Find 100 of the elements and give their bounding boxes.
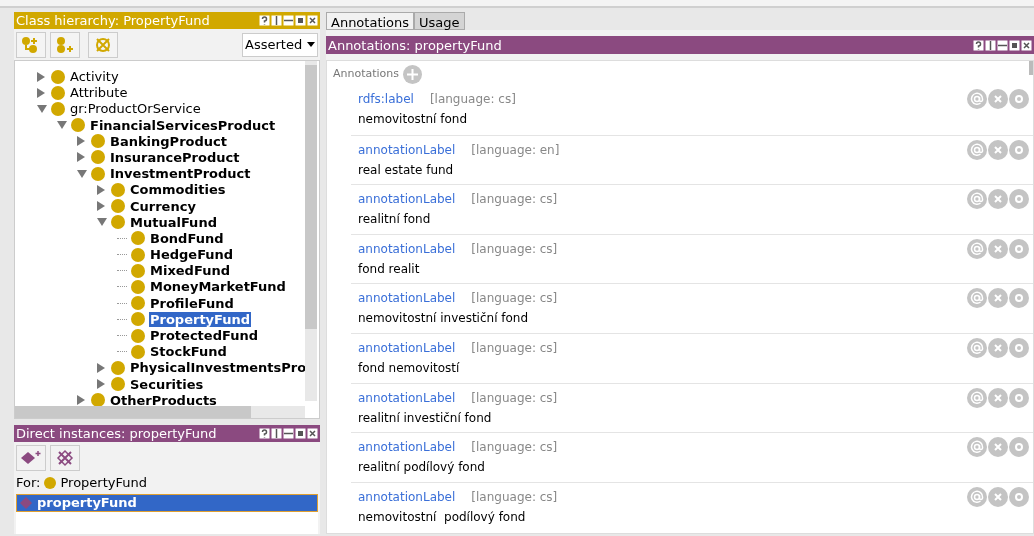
delete-button[interactable] [988, 288, 1008, 309]
annotate-button[interactable] [967, 288, 987, 309]
annotate-button[interactable] [967, 337, 987, 358]
edit-button[interactable] [1009, 139, 1029, 160]
collapsed-arrow-icon[interactable] [97, 201, 105, 211]
annotate-button[interactable] [967, 89, 987, 109]
edit-button[interactable] [1009, 486, 1029, 507]
horizontal-scrollbar[interactable] [15, 405, 305, 418]
tree-item[interactable]: InsuranceProduct [109, 149, 241, 165]
tree-item[interactable]: PhysicalInvestmentsPro [129, 360, 308, 376]
help-icon[interactable] [259, 15, 270, 27]
tree-item[interactable]: MoneyMarketFund [149, 279, 287, 295]
property-link[interactable]: annotationLabel [358, 487, 456, 506]
maximize-icon[interactable] [295, 427, 306, 439]
tree-item[interactable]: InvestmentProduct [109, 166, 252, 182]
tree-item[interactable]: HedgeFund [149, 247, 235, 263]
delete-button[interactable] [988, 486, 1008, 507]
property-link[interactable]: annotationLabel [358, 388, 456, 407]
expanded-arrow-icon[interactable] [77, 169, 87, 178]
property-link[interactable]: annotationLabel [358, 438, 456, 457]
collapsed-arrow-icon[interactable] [97, 362, 105, 373]
annotate-button[interactable] [967, 139, 987, 160]
class-icon [111, 199, 125, 213]
tree-item[interactable]: Attribute [69, 85, 129, 101]
collapsed-arrow-icon[interactable] [37, 87, 45, 98]
tree-item[interactable]: MutualFund [129, 214, 218, 230]
expanded-arrow-icon[interactable] [37, 104, 47, 113]
split-vertical-icon[interactable] [271, 427, 282, 439]
annotate-button[interactable] [967, 437, 987, 458]
tree-item[interactable]: Securities [129, 376, 205, 392]
view-dropdown[interactable]: Asserted [242, 32, 318, 57]
tab[interactable]: Annotations [326, 12, 415, 30]
add-sibling-button[interactable] [50, 31, 80, 58]
tree-item[interactable]: ProtectedFund [149, 328, 259, 343]
instance-item[interactable]: propertyFund [16, 494, 318, 512]
tree-item[interactable]: Commodities [129, 182, 227, 198]
edit-button[interactable] [1009, 288, 1029, 309]
delete-button[interactable] [988, 238, 1008, 259]
property-link[interactable]: annotationLabel [358, 338, 456, 357]
edit-button[interactable] [1009, 437, 1029, 458]
tree-item[interactable]: Activity [69, 69, 120, 84]
annotate-button[interactable] [967, 189, 987, 210]
expanded-arrow-icon[interactable] [97, 218, 107, 227]
help-icon[interactable] [973, 39, 984, 51]
delete-button[interactable] [988, 437, 1008, 458]
edit-button[interactable] [1009, 387, 1029, 408]
edit-button[interactable] [1009, 89, 1029, 109]
split-vertical-icon[interactable] [985, 39, 996, 51]
split-horizontal-icon[interactable] [283, 15, 294, 27]
tree-item[interactable]: BankingProduct [109, 133, 228, 149]
split-horizontal-icon[interactable] [283, 427, 294, 439]
add-subclass-button[interactable] [16, 31, 46, 58]
vertical-scrollbar[interactable] [305, 61, 317, 402]
tree-item[interactable]: MixedFund [149, 263, 231, 279]
maximize-icon[interactable] [295, 15, 306, 27]
delete-class-button[interactable] [88, 31, 118, 58]
close-icon[interactable] [307, 427, 318, 439]
edit-button[interactable] [1009, 337, 1029, 358]
add-individual-button[interactable] [16, 445, 46, 471]
split-vertical-icon[interactable] [271, 15, 282, 27]
delete-button[interactable] [988, 89, 1008, 109]
tree-item[interactable]: ProfileFund [149, 295, 235, 311]
property-link[interactable]: rdfs:label [358, 90, 414, 108]
edit-button[interactable] [1009, 189, 1029, 210]
annotate-button[interactable] [967, 486, 987, 507]
property-link[interactable]: annotationLabel [358, 140, 456, 159]
collapsed-arrow-icon[interactable] [97, 379, 105, 390]
tab[interactable]: Usage [414, 12, 465, 30]
collapsed-arrow-icon[interactable] [77, 152, 85, 163]
property-link[interactable]: annotationLabel [358, 289, 456, 308]
tree-item[interactable]: OtherProducts [109, 392, 218, 408]
tree-item[interactable]: StockFund [149, 344, 228, 360]
delete-individual-button[interactable] [50, 445, 80, 471]
language-tag: [language: cs] [429, 90, 516, 108]
property-link[interactable]: annotationLabel [358, 239, 456, 258]
collapsed-arrow-icon[interactable] [77, 136, 85, 147]
collapsed-arrow-icon[interactable] [97, 184, 105, 195]
annotate-button[interactable] [967, 387, 987, 408]
edit-button[interactable] [1009, 238, 1029, 259]
expanded-arrow-icon[interactable] [57, 121, 67, 130]
collapsed-arrow-icon[interactable] [37, 71, 45, 82]
delete-button[interactable] [988, 337, 1008, 358]
tree-item[interactable]: PropertyFund [149, 311, 252, 327]
maximize-icon[interactable] [1009, 39, 1020, 51]
collapsed-arrow-icon[interactable] [77, 395, 85, 406]
delete-button[interactable] [988, 189, 1008, 210]
tree-item[interactable]: BondFund [149, 230, 225, 246]
vertical-scrollbar[interactable] [1029, 61, 1033, 75]
annotate-button[interactable] [967, 238, 987, 259]
close-icon[interactable] [307, 15, 318, 27]
tree-item[interactable]: gr:ProductOrService [69, 101, 202, 117]
tree-item[interactable]: Currency [129, 198, 197, 214]
help-icon[interactable] [259, 427, 270, 439]
close-icon[interactable] [1021, 39, 1032, 51]
tree-item[interactable]: FinancialServicesProduct [89, 117, 277, 133]
split-horizontal-icon[interactable] [997, 39, 1008, 51]
delete-button[interactable] [988, 387, 1008, 408]
property-link[interactable]: annotationLabel [358, 190, 456, 209]
delete-button[interactable] [988, 139, 1008, 160]
add-annotation-button[interactable] [403, 64, 423, 84]
